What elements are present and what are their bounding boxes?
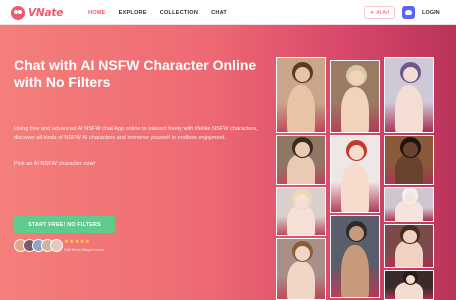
character-image-7[interactable]: [276, 187, 326, 236]
hero-description: Using free and advanced AI NSFW chat App…: [14, 126, 258, 141]
hero-title: Chat with AI NSFW Character Online with …: [14, 57, 257, 90]
character-head: [402, 67, 418, 83]
login-button[interactable]: LOGIN: [422, 6, 440, 19]
character-head: [404, 192, 416, 203]
character-head: [294, 193, 310, 209]
magic-wand-icon: ✦: [369, 9, 375, 16]
character-figure: [394, 281, 424, 299]
ai-art-button-label: AI Art: [376, 9, 390, 16]
start-free-button[interactable]: START FREE! NO FILTERS: [14, 216, 115, 233]
character-figure: [286, 205, 316, 235]
character-figure: [340, 245, 370, 297]
character-image-4[interactable]: [276, 135, 326, 185]
character-head: [403, 230, 417, 244]
rating-stars: ★★★★★: [64, 239, 91, 245]
loved-text: Still Been Ways Loved: [64, 247, 104, 252]
discord-button[interactable]: [402, 6, 415, 19]
character-image-6[interactable]: [384, 135, 434, 185]
character-figure: [286, 84, 316, 132]
nav-item-home[interactable]: HOME: [88, 10, 106, 16]
hero-cta-text: Pick an AI NSFW character now!: [14, 161, 96, 167]
logo-icon: [11, 5, 25, 20]
character-image-3[interactable]: [384, 57, 434, 133]
character-figure: [286, 153, 316, 184]
character-figure: [394, 84, 424, 132]
character-figure: [394, 200, 424, 221]
character-head: [405, 274, 415, 284]
discord-icon: [405, 10, 412, 15]
character-head: [294, 67, 310, 83]
character-head: [348, 145, 364, 161]
character-head: [348, 225, 364, 241]
character-figure: [394, 153, 424, 184]
logo[interactable]: VNate: [11, 5, 63, 20]
character-image-9[interactable]: [384, 187, 434, 222]
character-figure: [340, 163, 370, 212]
character-figure: [286, 260, 316, 299]
nav-item-chat[interactable]: CHAT: [211, 10, 227, 16]
character-head: [348, 69, 364, 85]
ai-art-button[interactable]: ✦ AI Art: [364, 6, 395, 19]
nav-item-explore[interactable]: EXPLORE: [119, 10, 147, 16]
character-head: [294, 142, 310, 157]
main-nav: HOME EXPLORE COLLECTION CHAT: [88, 0, 240, 25]
logo-text: VNate: [28, 6, 64, 19]
character-image-12[interactable]: [384, 270, 434, 300]
character-image-5[interactable]: [330, 135, 380, 213]
character-image-1[interactable]: [276, 57, 326, 133]
character-image-8[interactable]: [330, 215, 380, 298]
character-image-10[interactable]: [276, 238, 326, 300]
character-head: [294, 246, 310, 262]
top-navigation-bar: VNate HOME EXPLORE COLLECTION CHAT ✦ AI …: [0, 0, 456, 25]
avatar: [50, 239, 63, 252]
character-figure: [340, 86, 370, 132]
nav-item-collection[interactable]: COLLECTION: [160, 10, 198, 16]
character-image-11[interactable]: [384, 224, 434, 268]
character-figure: [394, 240, 424, 267]
character-image-2[interactable]: [330, 60, 380, 133]
character-head: [402, 142, 418, 157]
